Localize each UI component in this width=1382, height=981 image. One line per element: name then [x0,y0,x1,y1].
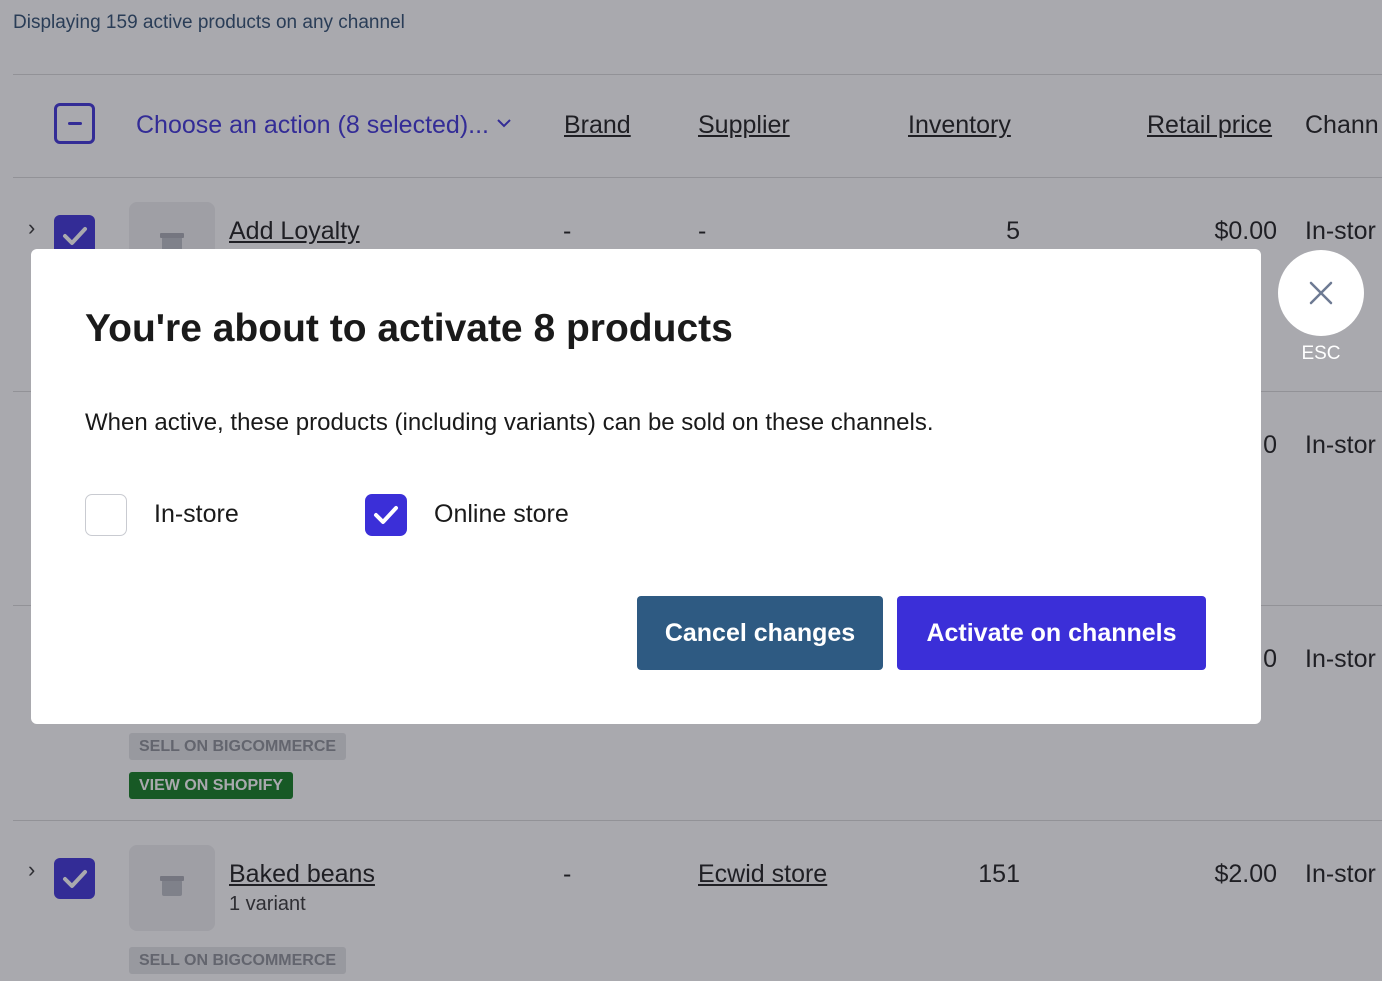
dialog-title: You're about to activate 8 products [85,307,733,350]
esc-hint: ESC [1301,343,1341,364]
online-store-label[interactable]: Online store [434,500,569,529]
dialog-description: When active, these products (including v… [85,409,934,436]
in-store-checkbox[interactable] [85,494,127,536]
online-store-checkbox[interactable] [365,494,407,536]
close-dialog[interactable]: ESC [1278,250,1364,365]
in-store-label[interactable]: In-store [154,500,239,529]
activate-on-channels-button[interactable]: Activate on channels [897,596,1206,670]
cancel-changes-button[interactable]: Cancel changes [637,596,883,670]
close-button[interactable] [1278,250,1364,336]
product-list-page: Displaying 159 active products on any ch… [0,0,1382,981]
check-icon [374,506,398,524]
activate-products-dialog: You're about to activate 8 products When… [31,249,1261,724]
close-icon [1309,281,1333,305]
